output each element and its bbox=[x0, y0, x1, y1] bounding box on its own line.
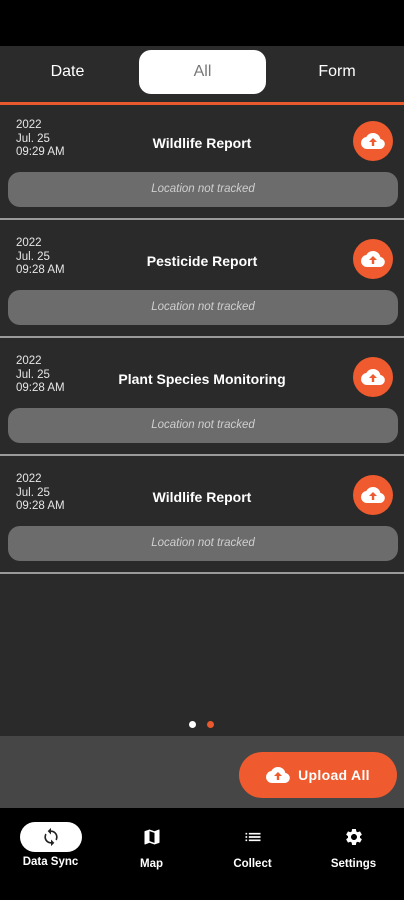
page-indicator bbox=[0, 721, 404, 729]
nav-icon-wrap bbox=[202, 820, 303, 854]
nav-active-indicator bbox=[19, 822, 82, 852]
cloud-upload-icon bbox=[361, 132, 385, 149]
cloud-upload-icon bbox=[266, 766, 290, 783]
record-year: 2022 bbox=[16, 473, 42, 485]
location-status: Location not tracked bbox=[8, 290, 398, 325]
record-title: Wildlife Report bbox=[152, 135, 252, 151]
upload-record-button[interactable] bbox=[353, 475, 393, 515]
record-title: Plant Species Monitoring bbox=[118, 371, 286, 387]
upload-all-label: Upload All bbox=[298, 767, 370, 783]
record-card[interactable]: 2022 Jul. 25 09:28 AM Plant Species Moni… bbox=[0, 341, 404, 456]
record-day: Jul. 25 bbox=[16, 250, 50, 263]
bottom-navigation: Data Sync Map Collect Settings bbox=[0, 808, 404, 900]
tab-date[interactable]: Date bbox=[0, 50, 135, 94]
upload-all-button[interactable]: Upload All bbox=[239, 752, 397, 798]
location-status: Location not tracked bbox=[8, 172, 398, 207]
cloud-upload-icon bbox=[361, 486, 385, 503]
record-year: 2022 bbox=[16, 119, 42, 131]
record-day: Jul. 25 bbox=[16, 132, 50, 145]
record-day: Jul. 25 bbox=[16, 486, 50, 499]
status-bar bbox=[0, 0, 404, 46]
upload-record-button[interactable] bbox=[353, 121, 393, 161]
location-status: Location not tracked bbox=[8, 408, 398, 443]
record-title: Pesticide Report bbox=[146, 253, 258, 269]
nav-label: Collect bbox=[233, 858, 272, 870]
filter-tabs: Date All Form bbox=[0, 46, 404, 102]
nav-collect[interactable]: Collect bbox=[202, 820, 303, 870]
nav-label: Data Sync bbox=[22, 856, 79, 868]
record-card[interactable]: 2022 Jul. 25 09:29 AM Wildlife Report Lo… bbox=[0, 105, 404, 220]
list-icon bbox=[245, 832, 260, 842]
nav-icon-wrap bbox=[303, 820, 404, 854]
nav-label: Map bbox=[140, 858, 163, 870]
action-area: Upload All bbox=[0, 736, 404, 808]
record-time: 09:28 AM bbox=[16, 264, 65, 276]
record-card[interactable]: 2022 Jul. 25 09:28 AM Pesticide Report L… bbox=[0, 223, 404, 338]
nav-map[interactable]: Map bbox=[101, 820, 202, 870]
nav-settings[interactable]: Settings bbox=[303, 820, 404, 870]
record-time: 09:28 AM bbox=[16, 382, 65, 394]
cloud-upload-icon bbox=[361, 368, 385, 385]
tab-form[interactable]: Form bbox=[270, 50, 404, 94]
nav-data-sync[interactable]: Data Sync bbox=[0, 820, 101, 868]
record-date: 2022 Jul. 25 09:28 AM bbox=[16, 355, 65, 396]
record-time: 09:29 AM bbox=[16, 146, 65, 158]
gear-icon bbox=[345, 829, 362, 845]
record-date: 2022 Jul. 25 09:28 AM bbox=[16, 473, 65, 514]
record-card[interactable]: 2022 Jul. 25 09:28 AM Wildlife Report Lo… bbox=[0, 459, 404, 574]
map-icon bbox=[144, 829, 159, 845]
sync-icon bbox=[43, 827, 58, 847]
upload-record-button[interactable] bbox=[353, 239, 393, 279]
nav-label: Settings bbox=[330, 858, 377, 870]
nav-icon-wrap bbox=[101, 820, 202, 854]
cloud-upload-icon bbox=[361, 250, 385, 267]
record-year: 2022 bbox=[16, 355, 42, 367]
location-status: Location not tracked bbox=[8, 526, 398, 561]
record-day: Jul. 25 bbox=[16, 368, 50, 381]
record-year: 2022 bbox=[16, 237, 42, 249]
record-date: 2022 Jul. 25 09:29 AM bbox=[16, 119, 65, 160]
page-dot-active[interactable] bbox=[207, 721, 214, 728]
upload-record-button[interactable] bbox=[353, 357, 393, 397]
record-title: Wildlife Report bbox=[152, 489, 252, 505]
page-dot[interactable] bbox=[189, 721, 196, 728]
record-time: 09:28 AM bbox=[16, 500, 65, 512]
tab-all[interactable]: All bbox=[139, 50, 266, 94]
record-date: 2022 Jul. 25 09:28 AM bbox=[16, 237, 65, 278]
